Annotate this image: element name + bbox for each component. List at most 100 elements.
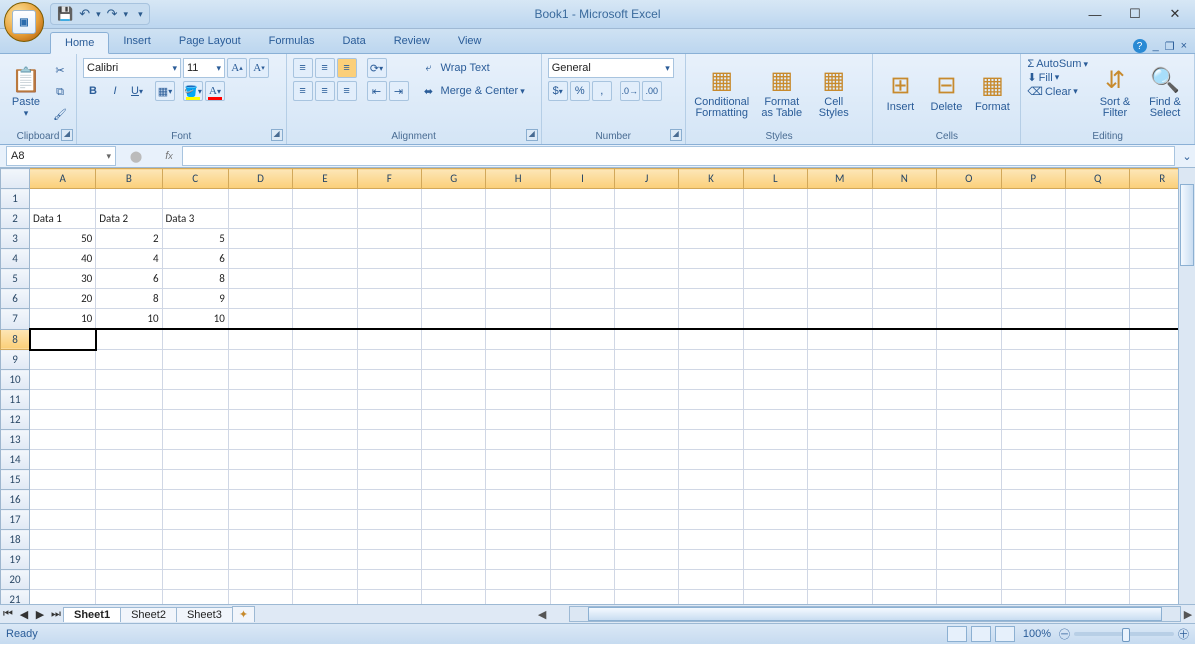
cell-Q12[interactable] <box>1065 410 1130 430</box>
paste-button[interactable]: 📋 Paste▾ <box>6 58 46 126</box>
cell-G3[interactable] <box>421 229 485 249</box>
column-header-M[interactable]: M <box>807 169 872 189</box>
cell-L4[interactable] <box>743 249 807 269</box>
cell-C8[interactable] <box>162 329 228 350</box>
cell-B21[interactable] <box>96 590 162 605</box>
cell-P2[interactable] <box>1001 209 1065 229</box>
cell-O7[interactable] <box>937 309 1002 330</box>
cell-K20[interactable] <box>679 570 743 590</box>
align-right-button[interactable]: ≡ <box>337 81 357 101</box>
cell-E16[interactable] <box>293 490 357 510</box>
cell-A13[interactable] <box>30 430 96 450</box>
cell-I21[interactable] <box>550 590 614 605</box>
decrease-indent-button[interactable]: ⇤ <box>367 81 387 101</box>
cell-E15[interactable] <box>293 470 357 490</box>
cell-P15[interactable] <box>1001 470 1065 490</box>
dropdown-icon[interactable]: ▾ <box>106 151 111 162</box>
cell-M21[interactable] <box>807 590 872 605</box>
cell-E2[interactable] <box>293 209 357 229</box>
increase-indent-button[interactable]: ⇥ <box>389 81 409 101</box>
cell-N5[interactable] <box>872 269 936 289</box>
tab-home[interactable]: Home <box>50 32 109 54</box>
help-icon[interactable]: ? <box>1133 39 1147 53</box>
cut-icon[interactable]: ✂ <box>50 60 70 80</box>
cell-Q5[interactable] <box>1065 269 1130 289</box>
cell-E10[interactable] <box>293 370 357 390</box>
cell-D13[interactable] <box>228 430 292 450</box>
cell-H10[interactable] <box>486 370 550 390</box>
cell-P4[interactable] <box>1001 249 1065 269</box>
dialog-launcher-icon[interactable]: ◢ <box>526 129 538 141</box>
cell-N2[interactable] <box>872 209 936 229</box>
qat-customize-icon[interactable]: ▾ <box>138 9 143 20</box>
cell-E20[interactable] <box>293 570 357 590</box>
cell-Q14[interactable] <box>1065 450 1130 470</box>
column-header-G[interactable]: G <box>421 169 485 189</box>
cell-P18[interactable] <box>1001 530 1065 550</box>
font-color-button[interactable]: A▾ <box>205 81 225 101</box>
dialog-launcher-icon[interactable]: ◢ <box>670 129 682 141</box>
close-workbook-icon[interactable]: × <box>1181 40 1187 52</box>
restore-window-icon[interactable]: ❐ <box>1165 40 1175 53</box>
cell-B9[interactable] <box>96 350 162 370</box>
cell-A10[interactable] <box>30 370 96 390</box>
fill-button[interactable]: ⬇ Fill ▾ <box>1027 71 1088 84</box>
normal-view-button[interactable] <box>947 626 967 642</box>
cell-I6[interactable] <box>550 289 614 309</box>
column-header-O[interactable]: O <box>937 169 1002 189</box>
cell-Q2[interactable] <box>1065 209 1130 229</box>
cell-E7[interactable] <box>293 309 357 330</box>
cell-K1[interactable] <box>679 189 743 209</box>
cell-C19[interactable] <box>162 550 228 570</box>
cell-L13[interactable] <box>743 430 807 450</box>
cell-J3[interactable] <box>615 229 679 249</box>
cell-C17[interactable] <box>162 510 228 530</box>
cell-O11[interactable] <box>937 390 1002 410</box>
italic-button[interactable]: I <box>105 81 125 101</box>
office-button[interactable]: ▣ <box>4 2 44 42</box>
column-header-B[interactable]: B <box>96 169 162 189</box>
column-header-F[interactable]: F <box>357 169 421 189</box>
cell-N18[interactable] <box>872 530 936 550</box>
formula-input[interactable] <box>182 146 1175 166</box>
dialog-launcher-icon[interactable]: ◢ <box>271 129 283 141</box>
cell-J19[interactable] <box>615 550 679 570</box>
row-header-14[interactable]: 14 <box>1 450 30 470</box>
conditional-formatting-button[interactable]: ▦Conditional Formatting <box>692 58 752 126</box>
cell-D21[interactable] <box>228 590 292 605</box>
cell-E6[interactable] <box>293 289 357 309</box>
cell-N19[interactable] <box>872 550 936 570</box>
cell-O10[interactable] <box>937 370 1002 390</box>
cell-L14[interactable] <box>743 450 807 470</box>
cell-A17[interactable] <box>30 510 96 530</box>
cell-H19[interactable] <box>486 550 550 570</box>
cell-B6[interactable]: 8 <box>96 289 162 309</box>
cell-F17[interactable] <box>357 510 421 530</box>
cell-L15[interactable] <box>743 470 807 490</box>
minimize-ribbon-icon[interactable]: _ <box>1153 40 1159 52</box>
cell-P9[interactable] <box>1001 350 1065 370</box>
cell-B14[interactable] <box>96 450 162 470</box>
tab-insert[interactable]: Insert <box>109 31 165 53</box>
cell-H15[interactable] <box>486 470 550 490</box>
cell-Q4[interactable] <box>1065 249 1130 269</box>
tab-formulas[interactable]: Formulas <box>255 31 329 53</box>
cell-G12[interactable] <box>421 410 485 430</box>
cell-O3[interactable] <box>937 229 1002 249</box>
column-header-I[interactable]: I <box>550 169 614 189</box>
cell-A12[interactable] <box>30 410 96 430</box>
cell-O1[interactable] <box>937 189 1002 209</box>
scrollbar-thumb[interactable] <box>1180 184 1194 266</box>
cell-F19[interactable] <box>357 550 421 570</box>
font-size-combo[interactable]: 11▾ <box>183 58 225 78</box>
column-header-E[interactable]: E <box>293 169 357 189</box>
cell-G10[interactable] <box>421 370 485 390</box>
cell-M11[interactable] <box>807 390 872 410</box>
cell-A4[interactable]: 40 <box>30 249 96 269</box>
cell-C4[interactable]: 6 <box>162 249 228 269</box>
cell-H1[interactable] <box>486 189 550 209</box>
cell-D11[interactable] <box>228 390 292 410</box>
cell-K11[interactable] <box>679 390 743 410</box>
comma-button[interactable]: , <box>592 81 612 101</box>
cell-P6[interactable] <box>1001 289 1065 309</box>
